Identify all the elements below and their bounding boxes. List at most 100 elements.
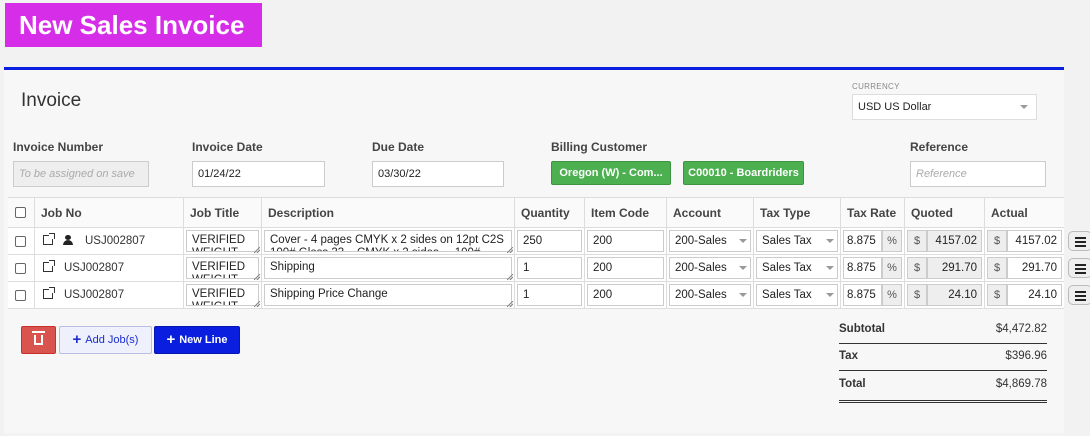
col-quantity[interactable]: Quantity bbox=[515, 198, 585, 227]
row-select-cell bbox=[8, 282, 35, 308]
tax-rate-cell: 8.875 % bbox=[841, 282, 905, 308]
job-title-input[interactable]: VERIFIED WEIGHT bbox=[186, 257, 259, 279]
resize-handle-icon[interactable] bbox=[254, 247, 260, 253]
tax-rate-cell: 8.875 % bbox=[841, 228, 905, 254]
resize-handle-icon[interactable] bbox=[507, 301, 513, 307]
reference-input[interactable]: Reference bbox=[910, 161, 1046, 187]
actual-input[interactable]: 291.70 bbox=[1007, 257, 1062, 279]
item-code-input[interactable]: 200 bbox=[587, 257, 664, 279]
description-input[interactable]: Shipping Price Change bbox=[264, 284, 512, 306]
job-title-cell: VERIFIED WEIGHT bbox=[184, 228, 262, 254]
chevron-down-icon bbox=[1020, 105, 1028, 109]
select-all-checkbox[interactable] bbox=[15, 207, 26, 218]
actual-cell: $ 4157.02 bbox=[985, 228, 1090, 254]
due-date-input[interactable]: 03/30/22 bbox=[372, 161, 504, 187]
delete-button[interactable] bbox=[21, 326, 56, 354]
actual-input[interactable]: 24.10 bbox=[1007, 284, 1062, 306]
invoice-date-input[interactable]: 01/24/22 bbox=[192, 161, 325, 187]
table-row: USJ002807 VERIFIED WEIGHT Cover - 4 page… bbox=[8, 228, 1090, 255]
customer-code-button[interactable]: C00010 - Boardriders bbox=[683, 161, 804, 185]
reference-label: Reference bbox=[910, 140, 969, 154]
resize-handle-icon[interactable] bbox=[507, 247, 513, 253]
col-tax-type[interactable]: Tax Type bbox=[754, 198, 841, 227]
quantity-input[interactable]: 1 bbox=[517, 284, 582, 306]
description-input[interactable]: Cover - 4 pages CMYK x 2 sides on 12pt C… bbox=[264, 230, 512, 252]
quantity-input[interactable]: 1 bbox=[517, 257, 582, 279]
tax-type-cell: Sales Tax bbox=[754, 282, 841, 308]
add-jobs-label: Add Job(s) bbox=[85, 334, 139, 346]
external-link-icon[interactable] bbox=[43, 260, 55, 272]
add-jobs-button[interactable]: + Add Job(s) bbox=[59, 326, 152, 354]
chevron-down-icon bbox=[739, 266, 747, 270]
row-menu-icon[interactable] bbox=[1068, 285, 1090, 305]
col-item-code[interactable]: Item Code bbox=[585, 198, 667, 227]
tax-value: $396.96 bbox=[1005, 350, 1047, 362]
currency-select[interactable]: USD US Dollar bbox=[852, 94, 1037, 120]
tax-rate-input[interactable]: 8.875 bbox=[843, 257, 882, 279]
description-cell: Shipping bbox=[262, 255, 515, 281]
quantity-cell: 250 bbox=[515, 228, 585, 254]
description-input[interactable]: Shipping bbox=[264, 257, 512, 279]
item-code-input[interactable]: 200 bbox=[587, 284, 664, 306]
actual-input[interactable]: 4157.02 bbox=[1007, 230, 1062, 252]
total-underline bbox=[839, 399, 1047, 403]
row-menu-icon[interactable] bbox=[1068, 258, 1090, 278]
row-checkbox[interactable] bbox=[15, 263, 26, 274]
row-menu-icon[interactable] bbox=[1068, 231, 1090, 251]
quantity-cell: 1 bbox=[515, 282, 585, 308]
col-job-no[interactable]: Job No bbox=[35, 198, 184, 227]
item-code-cell: 200 bbox=[585, 282, 667, 308]
quoted-value: 291.70 bbox=[927, 257, 982, 279]
col-tax-rate[interactable]: Tax Rate bbox=[841, 198, 905, 227]
job-title-cell: VERIFIED WEIGHT bbox=[184, 255, 262, 281]
item-code-input[interactable]: 200 bbox=[587, 230, 664, 252]
job-title-input[interactable]: VERIFIED WEIGHT bbox=[186, 230, 259, 252]
invoice-number-input[interactable]: To be assigned on save bbox=[13, 161, 149, 187]
job-no-cell: USJ002807 bbox=[35, 255, 184, 281]
resize-handle-icon[interactable] bbox=[254, 301, 260, 307]
tax-rate-input[interactable]: 8.875 bbox=[843, 284, 882, 306]
chevron-down-icon bbox=[826, 293, 834, 297]
currency-addon: $ bbox=[987, 230, 1007, 252]
billing-customer-label: Billing Customer bbox=[551, 140, 648, 154]
job-no-cell: USJ002807 bbox=[35, 228, 184, 254]
percent-addon: % bbox=[882, 230, 902, 252]
description-cell: Shipping Price Change bbox=[262, 282, 515, 308]
quantity-input[interactable]: 250 bbox=[517, 230, 582, 252]
new-line-button[interactable]: + New Line bbox=[154, 326, 240, 354]
quoted-cell: $ 4157.02 bbox=[905, 228, 985, 254]
col-account[interactable]: Account bbox=[667, 198, 754, 227]
grid-header: Job No Job Title Description Quantity It… bbox=[8, 198, 1064, 228]
resize-handle-icon[interactable] bbox=[254, 274, 260, 280]
due-date-label: Due Date bbox=[372, 140, 425, 154]
col-job-title[interactable]: Job Title bbox=[184, 198, 262, 227]
job-no[interactable]: USJ002807 bbox=[64, 282, 124, 309]
tax-type-cell: Sales Tax bbox=[754, 228, 841, 254]
invoice-date-label: Invoice Date bbox=[192, 140, 263, 154]
description-cell: Cover - 4 pages CMYK x 2 sides on 12pt C… bbox=[262, 228, 515, 254]
external-link-icon[interactable] bbox=[43, 287, 55, 299]
invoice-panel: Invoice CURRENCY USD US Dollar Invoice N… bbox=[4, 67, 1090, 433]
select-all-cell bbox=[8, 198, 35, 227]
row-checkbox[interactable] bbox=[15, 290, 26, 301]
billing-customer-button[interactable]: Oregon (W) - Com... bbox=[551, 161, 671, 185]
job-title-input[interactable]: VERIFIED WEIGHT bbox=[186, 284, 259, 306]
tax-rate-input[interactable]: 8.875 bbox=[843, 230, 882, 252]
job-no[interactable]: USJ002807 bbox=[64, 255, 124, 282]
subtotal-label: Subtotal bbox=[839, 323, 885, 335]
row-checkbox[interactable] bbox=[15, 236, 26, 247]
account-cell: 200-Sales bbox=[667, 255, 754, 281]
page-banner: New Sales Invoice bbox=[5, 3, 262, 47]
plus-icon: + bbox=[72, 331, 82, 348]
item-code-cell: 200 bbox=[585, 228, 667, 254]
percent-addon: % bbox=[882, 284, 902, 306]
external-link-icon[interactable] bbox=[43, 233, 55, 245]
total-label: Total bbox=[839, 378, 866, 390]
person-icon[interactable] bbox=[63, 235, 73, 245]
col-actual[interactable]: Actual bbox=[985, 198, 1064, 227]
job-no[interactable]: USJ002807 bbox=[85, 228, 145, 255]
chevron-down-icon bbox=[739, 293, 747, 297]
col-description[interactable]: Description bbox=[262, 198, 515, 227]
resize-handle-icon[interactable] bbox=[507, 274, 513, 280]
col-quoted[interactable]: Quoted bbox=[905, 198, 985, 227]
